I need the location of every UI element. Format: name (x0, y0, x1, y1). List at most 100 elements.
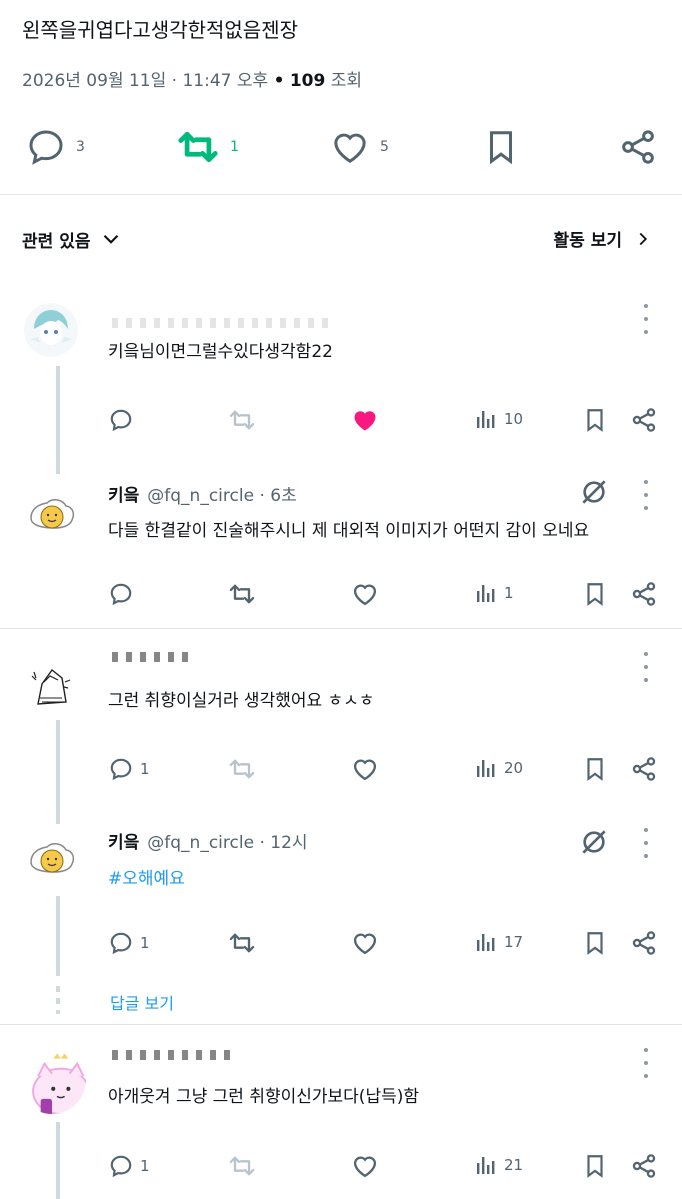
views-button[interactable]: 20 (474, 755, 523, 781)
reply-header: 키읔 @fq_n_circle · 6초 (108, 481, 297, 506)
reply-button[interactable]: 3 (26, 127, 85, 167)
views-count: 10 (504, 410, 524, 428)
like-button[interactable] (351, 580, 379, 608)
share-button[interactable] (618, 127, 658, 167)
bookmark-button[interactable] (582, 755, 608, 783)
views-count: 1 (504, 584, 514, 602)
reply-icon (29, 130, 63, 165)
bookmark-icon (587, 1155, 603, 1178)
views-button[interactable]: 1 (474, 580, 514, 606)
repost-button[interactable] (228, 1152, 256, 1180)
divider (0, 628, 682, 629)
thread-line (56, 720, 60, 824)
repost-icon (229, 410, 255, 430)
share-button[interactable] (630, 580, 658, 608)
bookmark-icon (587, 409, 603, 432)
activity-label: 활동 보기 (553, 231, 622, 251)
share-button[interactable] (630, 755, 658, 783)
bookmark-button[interactable] (582, 406, 608, 434)
post-date: 2026년 09월 11일 · 11:47 오후 (22, 71, 269, 91)
reply-text: 다들 한결같이 진술해주시니 제 대외적 이미지가 어떤지 감이 오네요 (108, 521, 590, 541)
bookmark-button[interactable] (582, 1152, 608, 1180)
share-button[interactable] (630, 929, 658, 957)
view-activity-link[interactable]: 활동 보기 (554, 226, 654, 251)
reply-count: 1 (140, 934, 150, 952)
no-translate-button[interactable] (578, 826, 610, 862)
share-button[interactable] (630, 1152, 658, 1180)
more-options-button[interactable] (636, 304, 656, 334)
like-button[interactable]: 5 (330, 127, 389, 167)
handle-and-time: @fq_n_circle · 6초 (147, 486, 297, 506)
reply-action-bar: 1 21 (108, 1152, 658, 1182)
views-button[interactable]: 17 (474, 929, 523, 955)
reply-icon (110, 758, 132, 781)
redacted-name (112, 318, 332, 328)
thread-line-dotted (56, 986, 60, 1014)
like-button[interactable] (351, 1152, 379, 1180)
share-icon (632, 757, 656, 781)
avatar[interactable] (24, 488, 78, 546)
chevron-down-icon (104, 234, 119, 244)
display-name[interactable]: 키읔 (108, 481, 139, 506)
avatar[interactable] (24, 303, 78, 361)
show-replies-link[interactable]: 답글 보기 (110, 990, 174, 1014)
bookmark-button[interactable] (582, 929, 608, 957)
post-action-bar: 3 1 5 (0, 122, 682, 172)
heart-filled-icon (354, 411, 376, 431)
repost-button[interactable]: 1 (176, 127, 239, 167)
repost-count: 1 (230, 139, 239, 155)
reply-text: 아개웃겨 그냥 그런 취향이신가보다(납득)함 (108, 1087, 419, 1107)
meta-separator: • (273, 71, 285, 91)
repost-button[interactable] (228, 580, 256, 608)
views-icon (477, 1157, 495, 1174)
reply-button[interactable] (108, 580, 134, 608)
share-button[interactable] (630, 406, 658, 434)
heart-icon (353, 1156, 377, 1178)
reply-header: 키읔 @fq_n_circle · 12시 (108, 828, 308, 853)
reply-button[interactable]: 1 (108, 929, 150, 957)
repost-icon (229, 584, 255, 604)
bookmark-icon (587, 758, 603, 781)
bookmark-button[interactable] (482, 127, 520, 167)
views-icon (477, 585, 495, 602)
more-options-button[interactable] (636, 652, 656, 682)
bookmark-button[interactable] (582, 580, 608, 608)
views-count: 20 (504, 759, 524, 777)
views-icon (477, 760, 495, 777)
avatar-image (20, 1048, 102, 1130)
avatar[interactable] (20, 1048, 102, 1130)
repost-button[interactable] (228, 929, 256, 957)
slashed-circle-icon (582, 830, 606, 854)
reply-button[interactable]: 1 (108, 755, 150, 783)
thread-line (56, 896, 60, 976)
reply-button[interactable]: 1 (108, 1152, 150, 1180)
avatar[interactable] (24, 660, 78, 718)
views-icon (477, 934, 495, 951)
hashtag-link[interactable]: #오해예요 (108, 864, 185, 889)
reply-button[interactable] (108, 406, 134, 434)
no-translate-button[interactable] (578, 476, 610, 512)
display-name[interactable]: 키읔 (108, 828, 139, 853)
repost-button[interactable] (228, 755, 256, 783)
views-button[interactable]: 21 (474, 1152, 523, 1178)
views-button[interactable]: 10 (474, 406, 523, 432)
thread-line (56, 366, 60, 474)
reply-action-bar: 1 (108, 580, 658, 610)
share-icon (632, 1154, 656, 1178)
heart-icon (353, 584, 377, 606)
redacted-name (112, 652, 192, 662)
views-icon (477, 411, 495, 428)
avatar[interactable] (24, 832, 78, 890)
sort-dropdown[interactable]: 관련 있음 (22, 226, 124, 252)
avatar-image (24, 832, 78, 886)
reply-action-bar: 10 (108, 406, 658, 436)
more-options-button[interactable] (636, 1048, 656, 1078)
like-button[interactable] (351, 406, 379, 434)
more-options-button[interactable] (636, 828, 656, 858)
like-button[interactable] (351, 929, 379, 957)
repost-icon (178, 131, 218, 163)
repost-button[interactable] (228, 406, 256, 434)
more-options-button[interactable] (636, 480, 656, 510)
like-button[interactable] (351, 755, 379, 783)
avatar-image (24, 303, 78, 357)
